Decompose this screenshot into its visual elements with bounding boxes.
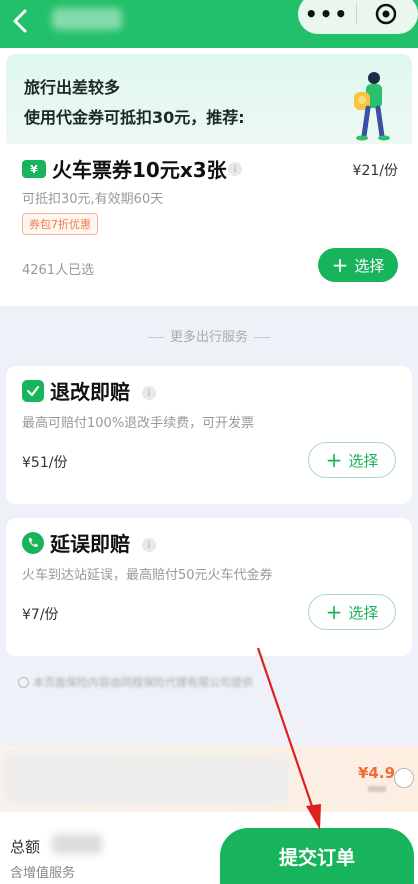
submit-order-button[interactable]: 提交订单 (220, 828, 414, 884)
traveler-illustration (354, 72, 390, 141)
total-amount-redacted (52, 834, 102, 854)
disclaimer-text: 本页面保险内容由同程保险代理有限公司提供 (33, 676, 253, 689)
coupon-tag: 券包7折优惠 (22, 213, 98, 235)
header-bar: ••• (0, 0, 418, 48)
service-card-delay: 延误即赔 i 火车到达站延误，最高赔付50元火车代金券 ¥7/份 + 选择 (6, 518, 412, 656)
service-description: 火车到达站延误，最高赔付50元火车代金券 (22, 568, 273, 583)
checkmark-icon (22, 380, 44, 402)
phone-icon (22, 532, 44, 554)
plus-icon: + (325, 600, 343, 624)
addon-price: ¥4.9 (358, 764, 396, 782)
ticket-offer-card: ¥ 火车票券10元x3张 i ¥21/份 可抵扣30元,有效期60天 券包7折优… (6, 144, 412, 306)
info-icon[interactable]: i (142, 386, 156, 400)
info-icon[interactable]: i (228, 162, 242, 176)
more-icon[interactable]: ••• (298, 2, 356, 26)
insurance-disclaimer: 本页面保险内容由同程保险代理有限公司提供 (18, 674, 253, 690)
promo-subheadline: 使用代金券可抵扣30元，推荐: (24, 108, 245, 127)
delay-select-button[interactable]: + 选择 (308, 594, 396, 630)
ticket-title: 火车票券10元x3张 (52, 158, 227, 182)
promo-banner: 旅行出差较多 使用代金券可抵扣30元，推荐: (6, 54, 412, 144)
chosen-count: 4261人已选 (22, 263, 95, 278)
addon-radio[interactable] (394, 768, 414, 788)
refund-select-button[interactable]: + 选择 (308, 442, 396, 478)
service-price: ¥7/份 (22, 607, 59, 623)
promo-section: 旅行出差较多 使用代金券可抵扣30元，推荐: ¥ 火车票券10元x3张 i ¥2… (0, 48, 418, 306)
service-title: 延误即赔 (50, 532, 130, 556)
select-label: 选择 (348, 603, 379, 622)
promo-headline: 旅行出差较多 (24, 78, 121, 97)
total-label: 总额 (10, 838, 41, 856)
addon-original-price-redacted (368, 786, 386, 792)
ticket-icon: ¥ (22, 160, 46, 178)
addon-strip[interactable]: ¥4.9 (0, 746, 418, 812)
ticket-price: ¥21/份 (352, 163, 398, 179)
ticket-select-button[interactable]: + 选择 (318, 248, 398, 282)
select-label: 选择 (348, 451, 379, 470)
addon-redacted (4, 754, 288, 804)
info-circle-icon (18, 676, 29, 688)
select-label: 选择 (354, 256, 385, 275)
target-icon (375, 3, 397, 25)
plus-icon: + (331, 253, 349, 277)
service-title: 退改即赔 (50, 380, 130, 404)
chevron-left-icon (13, 9, 27, 33)
info-icon[interactable]: i (142, 538, 156, 552)
plus-icon: + (325, 448, 343, 472)
order-footer: 总额 含增值服务 提交订单 (0, 812, 418, 884)
close-mini-program-button[interactable] (357, 2, 415, 26)
mini-program-capsule: ••• (298, 0, 418, 34)
ticket-description: 可抵扣30元,有效期60天 (22, 192, 164, 207)
service-card-refund: 退改即赔 i 最高可赔付100%退改手续费，可开发票 ¥51/份 + 选择 (6, 366, 412, 504)
service-description: 最高可赔付100%退改手续费，可开发票 (22, 416, 255, 431)
vat-label: 含增值服务 (10, 866, 76, 881)
back-button[interactable] (4, 4, 38, 38)
page-title-redacted (52, 8, 122, 30)
section-divider-title: 更多出行服务 (0, 326, 418, 345)
service-price: ¥51/份 (22, 455, 68, 471)
